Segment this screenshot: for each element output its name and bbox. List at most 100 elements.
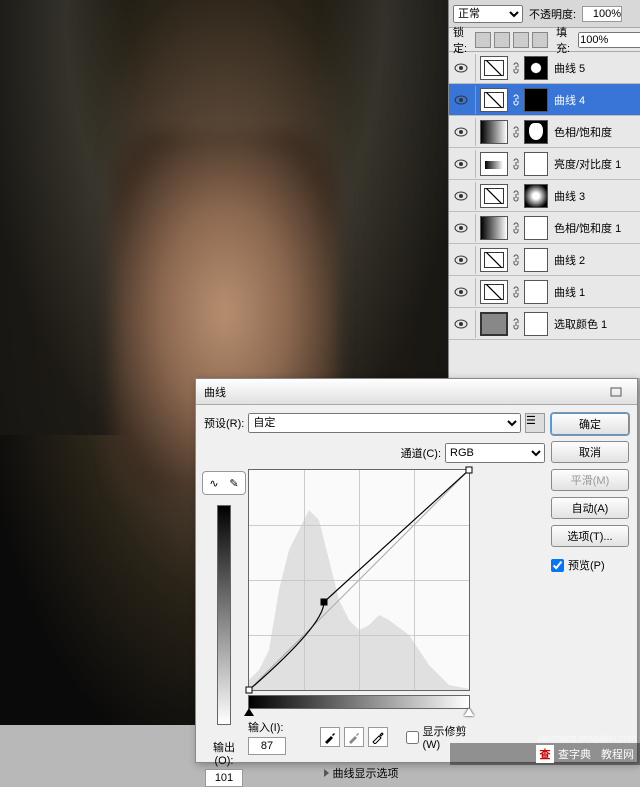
layer-thumb[interactable] bbox=[480, 120, 508, 144]
curve-tool-group: ∿ ✎ bbox=[202, 471, 246, 495]
visibility-icon[interactable] bbox=[451, 250, 471, 270]
visibility-icon[interactable] bbox=[451, 58, 471, 78]
link-icon bbox=[512, 318, 520, 330]
layer-thumb[interactable] bbox=[480, 56, 508, 80]
layer-thumb[interactable] bbox=[480, 216, 508, 240]
ok-button[interactable]: 确定 bbox=[551, 413, 629, 435]
options-button[interactable]: 选项(T)... bbox=[551, 525, 629, 547]
layer-name: 曲线 3 bbox=[552, 188, 638, 204]
layer-mask-thumb[interactable] bbox=[524, 184, 548, 208]
dialog-title-text: 曲线 bbox=[204, 384, 226, 400]
layer-thumb[interactable] bbox=[480, 280, 508, 304]
layers-header: 正常 不透明度: bbox=[449, 0, 640, 28]
watermark-logo: 查 bbox=[536, 745, 554, 763]
link-icon bbox=[512, 158, 520, 170]
layer-mask-thumb[interactable] bbox=[524, 88, 548, 112]
channel-select[interactable]: RGB bbox=[445, 443, 545, 463]
pencil-tool-icon[interactable]: ✎ bbox=[225, 474, 243, 492]
curve-point[interactable] bbox=[246, 687, 253, 694]
fill-input[interactable] bbox=[578, 32, 640, 48]
layer-mask-thumb[interactable] bbox=[524, 280, 548, 304]
layer-name: 色相/饱和度 1 bbox=[552, 220, 638, 236]
black-dropper-icon[interactable] bbox=[320, 727, 340, 747]
visibility-icon[interactable] bbox=[451, 314, 471, 334]
chevron-right-icon bbox=[324, 769, 329, 777]
input-gradient bbox=[248, 695, 470, 709]
display-options-toggle[interactable]: 曲线显示选项 bbox=[248, 765, 474, 781]
point-tool-icon[interactable]: ∿ bbox=[205, 474, 223, 492]
layer-name: 亮度/对比度 1 bbox=[552, 156, 638, 172]
lock-label: 锁定: bbox=[453, 24, 467, 56]
lock-image-icon[interactable] bbox=[494, 32, 510, 48]
layer-thumb[interactable] bbox=[480, 312, 508, 336]
layer-row[interactable]: 曲线 1 bbox=[449, 276, 640, 308]
link-icon bbox=[512, 286, 520, 298]
layer-row[interactable]: 曲线 2 bbox=[449, 244, 640, 276]
link-icon bbox=[512, 62, 520, 74]
layer-mask-thumb[interactable] bbox=[524, 312, 548, 336]
input-label: 输入(I): bbox=[248, 722, 283, 734]
output-label: 输出(O): bbox=[204, 739, 244, 767]
close-button[interactable] bbox=[603, 383, 629, 401]
lock-position-icon[interactable] bbox=[513, 32, 529, 48]
lock-transparency-icon[interactable] bbox=[475, 32, 491, 48]
link-icon bbox=[512, 222, 520, 234]
preset-menu-icon[interactable]: ☰ bbox=[525, 413, 545, 433]
visibility-icon[interactable] bbox=[451, 186, 471, 206]
output-gradient bbox=[217, 505, 231, 725]
layer-name: 选取颜色 1 bbox=[552, 316, 638, 332]
layer-thumb[interactable] bbox=[480, 184, 508, 208]
output-input[interactable] bbox=[205, 769, 243, 787]
opacity-input[interactable] bbox=[582, 6, 622, 22]
visibility-icon[interactable] bbox=[451, 122, 471, 142]
visibility-icon[interactable] bbox=[451, 154, 471, 174]
layer-name: 曲线 4 bbox=[552, 92, 638, 108]
white-dropper-icon[interactable] bbox=[368, 727, 388, 747]
visibility-icon[interactable] bbox=[451, 282, 471, 302]
preview-checkbox[interactable]: 预览(P) bbox=[551, 557, 629, 573]
layer-row[interactable]: 色相/饱和度 bbox=[449, 116, 640, 148]
layer-row[interactable]: 曲线 3 bbox=[449, 180, 640, 212]
curve-point[interactable] bbox=[466, 467, 473, 474]
preset-select[interactable]: 自定 bbox=[248, 413, 521, 433]
white-point-slider[interactable] bbox=[464, 708, 474, 716]
layer-name: 色相/饱和度 bbox=[552, 124, 638, 140]
layer-thumb[interactable] bbox=[480, 88, 508, 112]
layer-list: 曲线 5 曲线 4 色相/饱和度 亮度/对比度 1 bbox=[449, 52, 640, 378]
curve-point-selected[interactable] bbox=[320, 599, 327, 606]
layer-name: 曲线 5 bbox=[552, 60, 638, 76]
layer-row[interactable]: 亮度/对比度 1 bbox=[449, 148, 640, 180]
black-point-slider[interactable] bbox=[244, 708, 254, 716]
curves-dialog: 曲线 预设(R): 自定 ☰ 通道(C): RGB ∿ ✎ bbox=[195, 378, 638, 763]
preset-label: 预设(R): bbox=[204, 415, 244, 431]
visibility-icon[interactable] bbox=[451, 90, 471, 110]
layer-thumb[interactable] bbox=[480, 152, 508, 176]
auto-button[interactable]: 自动(A) bbox=[551, 497, 629, 519]
watermark: 查 查字典 教程网 bbox=[450, 743, 640, 765]
layer-row[interactable]: 色相/饱和度 1 bbox=[449, 212, 640, 244]
gray-dropper-icon[interactable] bbox=[344, 727, 364, 747]
lock-row: 锁定: 填充: bbox=[449, 28, 640, 52]
smooth-button: 平滑(M) bbox=[551, 469, 629, 491]
layer-mask-thumb[interactable] bbox=[524, 248, 548, 272]
dialog-titlebar[interactable]: 曲线 bbox=[196, 379, 637, 405]
layer-mask-thumb[interactable] bbox=[524, 56, 548, 80]
layer-name: 曲线 2 bbox=[552, 252, 638, 268]
watermark-url: jiaocheng.chazidian.com bbox=[537, 733, 636, 743]
layer-row[interactable]: 曲线 5 bbox=[449, 52, 640, 84]
cancel-button[interactable]: 取消 bbox=[551, 441, 629, 463]
link-icon bbox=[512, 126, 520, 138]
input-input[interactable] bbox=[248, 737, 286, 755]
lock-all-icon[interactable] bbox=[532, 32, 548, 48]
layer-mask-thumb[interactable] bbox=[524, 120, 548, 144]
curve-graph[interactable] bbox=[248, 469, 470, 691]
link-icon bbox=[512, 190, 520, 202]
layer-row[interactable]: 选取颜色 1 bbox=[449, 308, 640, 340]
link-icon bbox=[512, 254, 520, 266]
layer-mask-thumb[interactable] bbox=[524, 216, 548, 240]
layer-thumb[interactable] bbox=[480, 248, 508, 272]
visibility-icon[interactable] bbox=[451, 218, 471, 238]
layer-mask-thumb[interactable] bbox=[524, 152, 548, 176]
blend-mode-select[interactable]: 正常 bbox=[453, 5, 523, 23]
layer-row[interactable]: 曲线 4 bbox=[449, 84, 640, 116]
